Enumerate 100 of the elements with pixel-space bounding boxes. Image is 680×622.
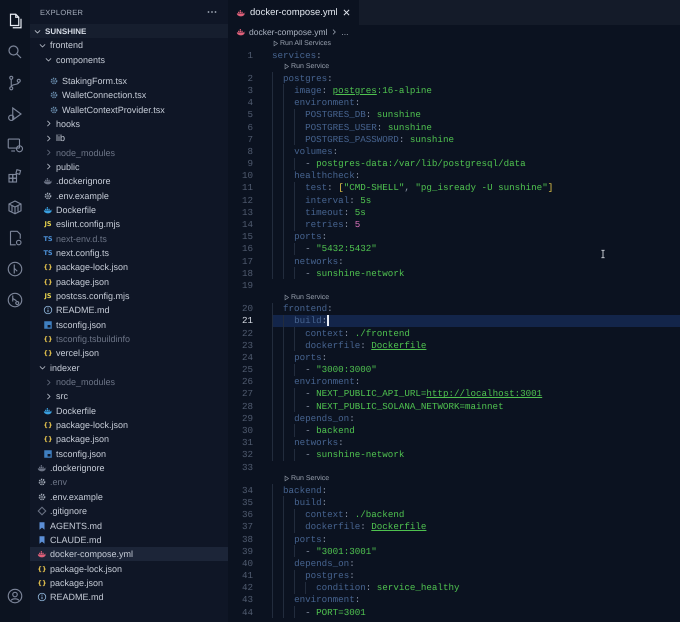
line-number: 37 bbox=[240, 521, 254, 532]
file-item[interactable]: .gitignore bbox=[30, 504, 228, 518]
code-line: dockerfile: Dockerfile bbox=[305, 340, 426, 351]
folder-item[interactable]: src bbox=[30, 389, 228, 404]
code-line: - "3000:3000" bbox=[305, 364, 377, 376]
play-icon bbox=[283, 63, 290, 70]
folder-item[interactable]: hooks bbox=[30, 116, 228, 132]
box-icon[interactable] bbox=[6, 198, 24, 216]
code-line: - "3001:3001" bbox=[305, 546, 377, 557]
run-icon[interactable] bbox=[6, 104, 24, 122]
file-item[interactable]: README.md bbox=[30, 590, 228, 604]
line-number: 25 bbox=[240, 364, 254, 376]
line-number: 21 bbox=[240, 315, 254, 326]
line-number: 10 bbox=[240, 170, 254, 182]
file-item[interactable]: tsconfig.json bbox=[30, 446, 228, 461]
file-item[interactable]: .dockerignore bbox=[30, 460, 228, 476]
file-item[interactable]: .env.example bbox=[30, 188, 228, 203]
whale-icon bbox=[43, 204, 53, 215]
file-item[interactable]: StakingForm.tsx bbox=[30, 74, 228, 88]
code-line: environment: bbox=[294, 97, 360, 108]
file-item[interactable]: tsconfig.json bbox=[30, 318, 228, 332]
account-icon[interactable] bbox=[6, 587, 24, 605]
line-number: 39 bbox=[240, 546, 254, 557]
workspace-header[interactable]: SUNSHINE bbox=[30, 24, 228, 38]
code-line: POSTGRES_USER: sunshine bbox=[305, 122, 432, 133]
code-line: - NEXT_PUBLIC_API_URL=http://localhost:3001 bbox=[305, 388, 542, 400]
folder-item[interactable]: lib bbox=[30, 131, 228, 146]
whale-icon bbox=[236, 8, 246, 18]
folder-item[interactable]: components bbox=[30, 52, 228, 67]
code-line: build: bbox=[294, 315, 328, 326]
folder-item[interactable]: indexer bbox=[30, 360, 228, 375]
file-item[interactable]: docker-compose.yml bbox=[30, 547, 228, 562]
line-number: 35 bbox=[240, 496, 254, 508]
breadcrumb-item[interactable]: ... bbox=[341, 26, 349, 36]
folder-item[interactable]: public bbox=[30, 160, 228, 174]
close-icon[interactable] bbox=[342, 8, 351, 17]
remote-icon[interactable] bbox=[6, 136, 24, 154]
file-item[interactable]: .dockerignore bbox=[30, 174, 228, 188]
whale-icon bbox=[236, 26, 246, 36]
search-icon[interactable] bbox=[6, 42, 24, 60]
code-line: environment: bbox=[294, 594, 360, 606]
line-number: 15 bbox=[240, 231, 254, 242]
gear-icon bbox=[43, 190, 53, 201]
line-number: 8 bbox=[246, 146, 254, 157]
chevron-icon[interactable] bbox=[38, 363, 47, 372]
chevron-icon[interactable] bbox=[44, 162, 53, 172]
extensions-icon[interactable] bbox=[6, 166, 24, 184]
line-number: 34 bbox=[240, 484, 254, 496]
play-icon bbox=[283, 475, 290, 482]
line-number: 23 bbox=[240, 340, 254, 351]
chevron-icon[interactable] bbox=[44, 55, 53, 64]
line-number: 24 bbox=[240, 352, 254, 363]
chevron-icon[interactable] bbox=[44, 134, 53, 143]
line-number: 32 bbox=[240, 449, 254, 460]
code-line: - postgres-data:/var/lib/postgresql/data bbox=[305, 158, 526, 170]
file-item[interactable]: AGENTS.md bbox=[30, 518, 228, 533]
graph-icon[interactable] bbox=[6, 260, 24, 278]
line-number: 28 bbox=[240, 400, 254, 412]
code-line: volumes: bbox=[294, 146, 338, 157]
line-number: 3 bbox=[246, 84, 254, 96]
editor-tab[interactable]: docker-compose.yml bbox=[228, 0, 359, 25]
diamond-icon bbox=[37, 506, 47, 516]
code-line: postgres: bbox=[305, 570, 355, 582]
code-line: dockerfile: Dockerfile bbox=[305, 521, 426, 532]
file-item[interactable]: README.md bbox=[30, 303, 228, 318]
file-item[interactable]: CLAUDE.md bbox=[30, 532, 228, 548]
line-number: 14 bbox=[240, 219, 254, 230]
info-icon bbox=[43, 305, 53, 316]
folder-item[interactable]: node_modules bbox=[30, 374, 228, 390]
code-line: ports: bbox=[294, 534, 328, 545]
chevron-icon[interactable] bbox=[44, 392, 53, 401]
line-number: 17 bbox=[240, 256, 254, 267]
file-item[interactable]: .env bbox=[30, 475, 228, 490]
code-line: - sunshine-network bbox=[305, 449, 404, 460]
code-line: environment: bbox=[294, 376, 360, 388]
line-number: 7 bbox=[246, 134, 254, 145]
line-number: 27 bbox=[240, 388, 254, 400]
branch-icon[interactable] bbox=[6, 74, 24, 92]
code-line: ports: bbox=[294, 352, 328, 363]
graph-icon[interactable] bbox=[6, 290, 24, 308]
file-item[interactable]: .env.example bbox=[30, 490, 228, 504]
chevron-icon[interactable] bbox=[44, 119, 53, 128]
file-item[interactable]: WalletConnection.tsx bbox=[30, 88, 228, 102]
line-number: 16 bbox=[240, 243, 254, 254]
gear-icon bbox=[49, 76, 59, 86]
folder-item[interactable]: node_modules bbox=[30, 145, 228, 160]
file-item[interactable]: WalletContextProvider.tsx bbox=[30, 102, 228, 117]
file-item[interactable]: Dockerfile bbox=[30, 404, 228, 418]
code-line: build: bbox=[294, 496, 328, 508]
line-number: 1 bbox=[246, 50, 254, 61]
line-number: 19 bbox=[240, 280, 254, 291]
line-number: 36 bbox=[240, 509, 254, 520]
line-number: 4 bbox=[246, 97, 254, 108]
line-number: 40 bbox=[240, 558, 254, 569]
gear-icon bbox=[37, 477, 47, 488]
code-line: postgres: bbox=[283, 72, 333, 84]
breadcrumb-item[interactable]: docker-compose.yml bbox=[249, 26, 328, 36]
file-item[interactable]: Dockerfile bbox=[30, 202, 228, 218]
folder-item[interactable]: frontend bbox=[30, 38, 228, 52]
code-line: POSTGRES_PASSWORD: sunshine bbox=[305, 134, 454, 145]
